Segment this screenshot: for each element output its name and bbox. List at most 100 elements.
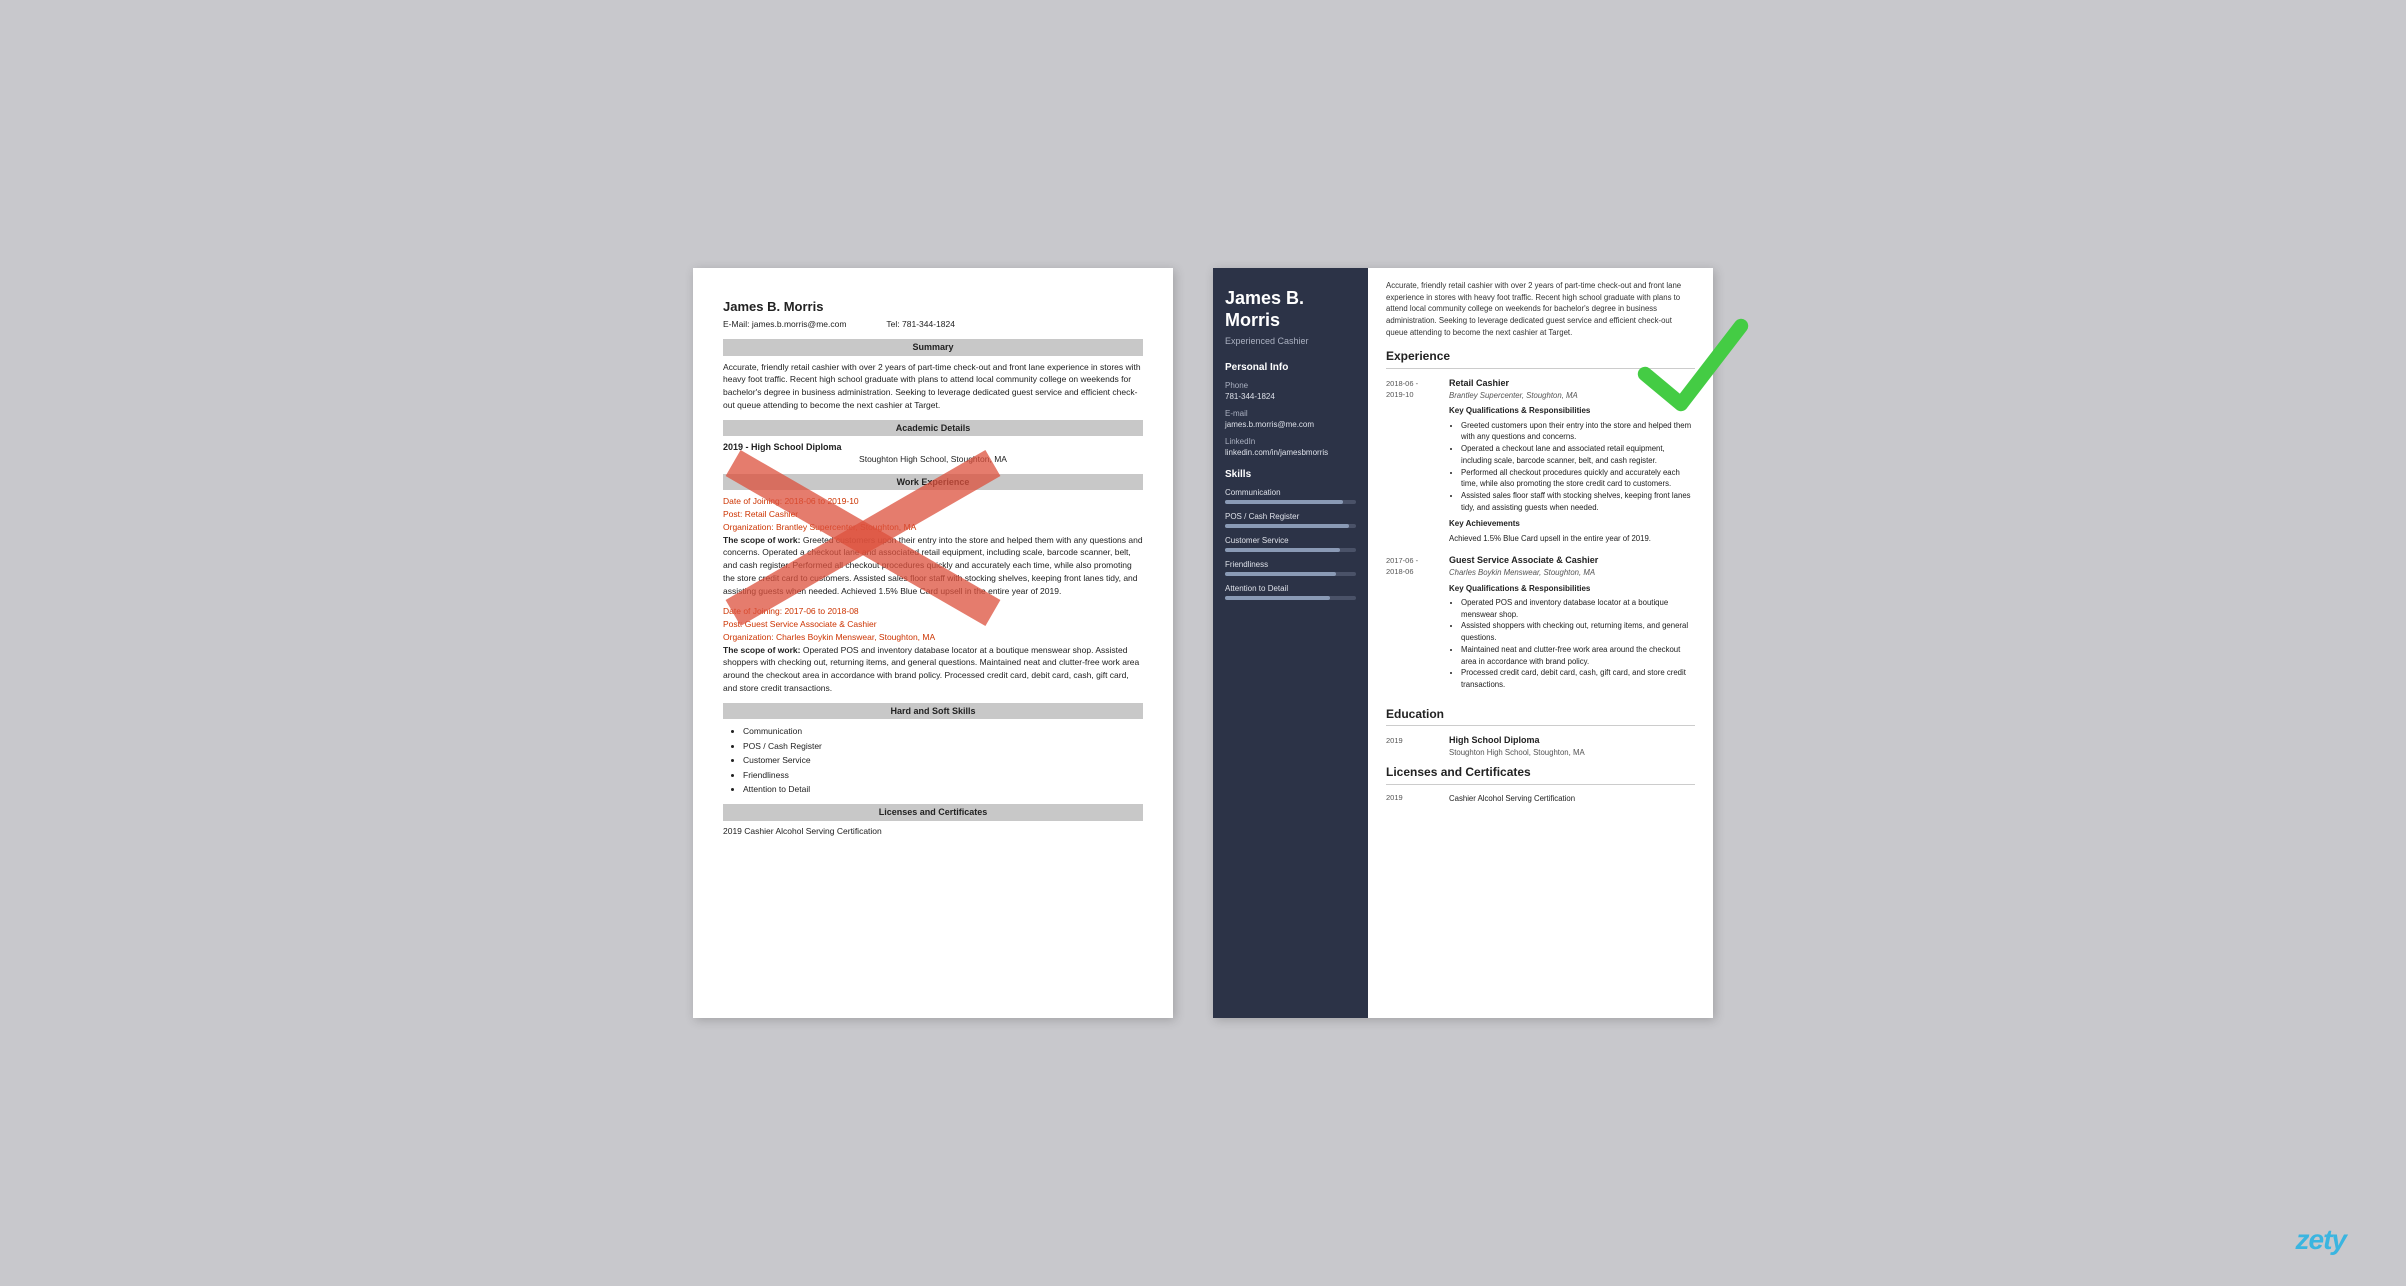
right-edu-row: 2019 High School Diploma Stoughton High … (1386, 734, 1695, 758)
right-job1-dates: 2018-06 - 2019-10 (1386, 379, 1441, 544)
skill-bar-bg-3 (1225, 572, 1356, 576)
skill-item-4: Attention to Detail (1225, 584, 1356, 600)
left-edu-title: 2019 - High School Diploma (723, 441, 1143, 454)
skill-name-0: Communication (1225, 488, 1356, 497)
list-item: Customer Service (743, 753, 1143, 767)
right-job2-bullets: Operated POS and inventory database loca… (1449, 597, 1695, 691)
right-skills-header: Skills (1225, 469, 1356, 480)
left-contact: E-Mail: james.b.morris@me.com Tel: 781-3… (723, 319, 1143, 331)
left-licenses-header: Licenses and Certificates (723, 804, 1143, 821)
skill-name-1: POS / Cash Register (1225, 512, 1356, 521)
right-edu-school: Stoughton High School, Stoughton, MA (1449, 747, 1585, 758)
list-item: Friendliness (743, 768, 1143, 782)
right-cert-text: Cashier Alcohol Serving Certification (1449, 793, 1575, 804)
right-edu-title: High School Diploma (1449, 734, 1585, 747)
list-item: Assisted sales floor staff with stocking… (1461, 490, 1695, 513)
right-job1-achievement-label: Key Achievements (1449, 518, 1695, 530)
left-job1-org: Organization: Brantley Supercenter, Stou… (723, 521, 1143, 534)
skill-bar-fill-2 (1225, 548, 1340, 552)
right-linkedin: linkedin.com/in/jamesbmorris (1225, 448, 1356, 457)
right-edu-year: 2019 (1386, 736, 1441, 758)
skill-item-2: Customer Service (1225, 536, 1356, 552)
right-personal-header: Personal Info (1225, 362, 1356, 373)
skill-bar-bg-1 (1225, 524, 1356, 528)
right-job2-title: Guest Service Associate & Cashier (1449, 554, 1695, 567)
list-item: Operated POS and inventory database loca… (1461, 597, 1695, 620)
right-cert-year: 2019 (1386, 793, 1441, 804)
right-resume: James B. Morris Experienced Cashier Pers… (1213, 268, 1713, 1018)
left-work-header: Work Experience (723, 474, 1143, 491)
right-job2-dates: 2017-06 - 2018-06 (1386, 556, 1441, 695)
right-job2: 2017-06 - 2018-06 Guest Service Associat… (1386, 554, 1695, 695)
right-cert-row: 2019 Cashier Alcohol Serving Certificati… (1386, 793, 1695, 804)
skill-bar-bg-2 (1225, 548, 1356, 552)
left-job2-scope: The scope of work: Operated POS and inve… (723, 644, 1143, 695)
skill-name-3: Friendliness (1225, 560, 1356, 569)
left-job2-date-line: Date of Joining: 2017-06 to 2018-08 (723, 605, 1143, 618)
left-name: James B. Morris (723, 298, 1143, 316)
left-job2-post: Post: Guest Service Associate & Cashier (723, 618, 1143, 631)
left-cert-text: 2019 Cashier Alcohol Serving Certificati… (723, 826, 1143, 838)
right-job2-detail: Guest Service Associate & Cashier Charle… (1449, 554, 1695, 695)
left-skills-header: Hard and Soft Skills (723, 703, 1143, 720)
skill-bar-bg-0 (1225, 500, 1356, 504)
right-job1-achievement: Achieved 1.5% Blue Card upsell in the en… (1449, 533, 1695, 544)
skill-bar-bg-4 (1225, 596, 1356, 600)
right-phone-label: Phone (1225, 381, 1356, 390)
skill-name-2: Customer Service (1225, 536, 1356, 545)
left-job1-post: Post: Retail Cashier (723, 508, 1143, 521)
right-sidebar: James B. Morris Experienced Cashier Pers… (1213, 268, 1368, 1018)
right-job1-title: Retail Cashier (1449, 377, 1695, 390)
right-job1-company: Brantley Supercenter, Stoughton, MA (1449, 390, 1695, 401)
right-job1-kq: Key Qualifications & Responsibilities (1449, 405, 1695, 417)
right-experience-heading: Experience (1386, 348, 1695, 368)
list-item: Greeted customers upon their entry into … (1461, 420, 1695, 443)
zety-logo: zety (2296, 1224, 2346, 1256)
left-job2-org: Organization: Charles Boykin Menswear, S… (723, 631, 1143, 644)
left-summary-text: Accurate, friendly retail cashier with o… (723, 361, 1143, 412)
right-education-heading: Education (1386, 706, 1695, 726)
right-licenses-heading: Licenses and Certificates (1386, 764, 1695, 784)
list-item: POS / Cash Register (743, 739, 1143, 753)
list-item: Attention to Detail (743, 782, 1143, 796)
right-summary: Accurate, friendly retail cashier with o… (1386, 280, 1695, 338)
right-main: Accurate, friendly retail cashier with o… (1368, 268, 1713, 1018)
left-job1-date-line: Date of Joining: 2018-06 to 2019-10 (723, 495, 1143, 508)
skill-bar-fill-0 (1225, 500, 1343, 504)
skill-bar-fill-3 (1225, 572, 1336, 576)
left-job1-scope: The scope of work: Greeted customers upo… (723, 534, 1143, 598)
right-edu-detail: High School Diploma Stoughton High Schoo… (1449, 734, 1585, 758)
left-job2: Date of Joining: 2017-06 to 2018-08 Post… (723, 605, 1143, 694)
right-job1-detail: Retail Cashier Brantley Supercenter, Sto… (1449, 377, 1695, 544)
left-summary-header: Summary (723, 339, 1143, 356)
right-job1: 2018-06 - 2019-10 Retail Cashier Brantle… (1386, 377, 1695, 544)
right-job1-bullets: Greeted customers upon their entry into … (1449, 420, 1695, 514)
left-academic-header: Academic Details (723, 420, 1143, 437)
skill-bar-fill-1 (1225, 524, 1349, 528)
list-item: Performed all checkout procedures quickl… (1461, 467, 1695, 490)
right-name: James B. Morris (1225, 288, 1356, 331)
left-skills-list: Communication POS / Cash Register Custom… (723, 724, 1143, 796)
right-email: james.b.morris@me.com (1225, 420, 1356, 429)
list-item: Operated a checkout lane and associated … (1461, 443, 1695, 466)
right-job2-kq: Key Qualifications & Responsibilities (1449, 583, 1695, 595)
skill-item-3: Friendliness (1225, 560, 1356, 576)
skill-item-1: POS / Cash Register (1225, 512, 1356, 528)
list-item: Maintained neat and clutter-free work ar… (1461, 644, 1695, 667)
right-linkedin-label: LinkedIn (1225, 437, 1356, 446)
left-tel: Tel: 781-344-1824 (886, 319, 955, 331)
right-email-label: E-mail (1225, 409, 1356, 418)
left-job1: Date of Joining: 2018-06 to 2019-10 Post… (723, 495, 1143, 597)
skill-item-0: Communication (1225, 488, 1356, 504)
left-resume: James B. Morris E-Mail: james.b.morris@m… (693, 268, 1173, 1018)
right-title: Experienced Cashier (1225, 336, 1356, 346)
right-job2-company: Charles Boykin Menswear, Stoughton, MA (1449, 567, 1695, 578)
list-item: Assisted shoppers with checking out, ret… (1461, 620, 1695, 643)
skill-bar-fill-4 (1225, 596, 1330, 600)
list-item: Communication (743, 724, 1143, 738)
left-edu-school: Stoughton High School, Stoughton, MA (723, 454, 1143, 466)
skill-name-4: Attention to Detail (1225, 584, 1356, 593)
list-item: Processed credit card, debit card, cash,… (1461, 667, 1695, 690)
right-phone: 781-344-1824 (1225, 392, 1356, 401)
left-email: E-Mail: james.b.morris@me.com (723, 319, 846, 331)
